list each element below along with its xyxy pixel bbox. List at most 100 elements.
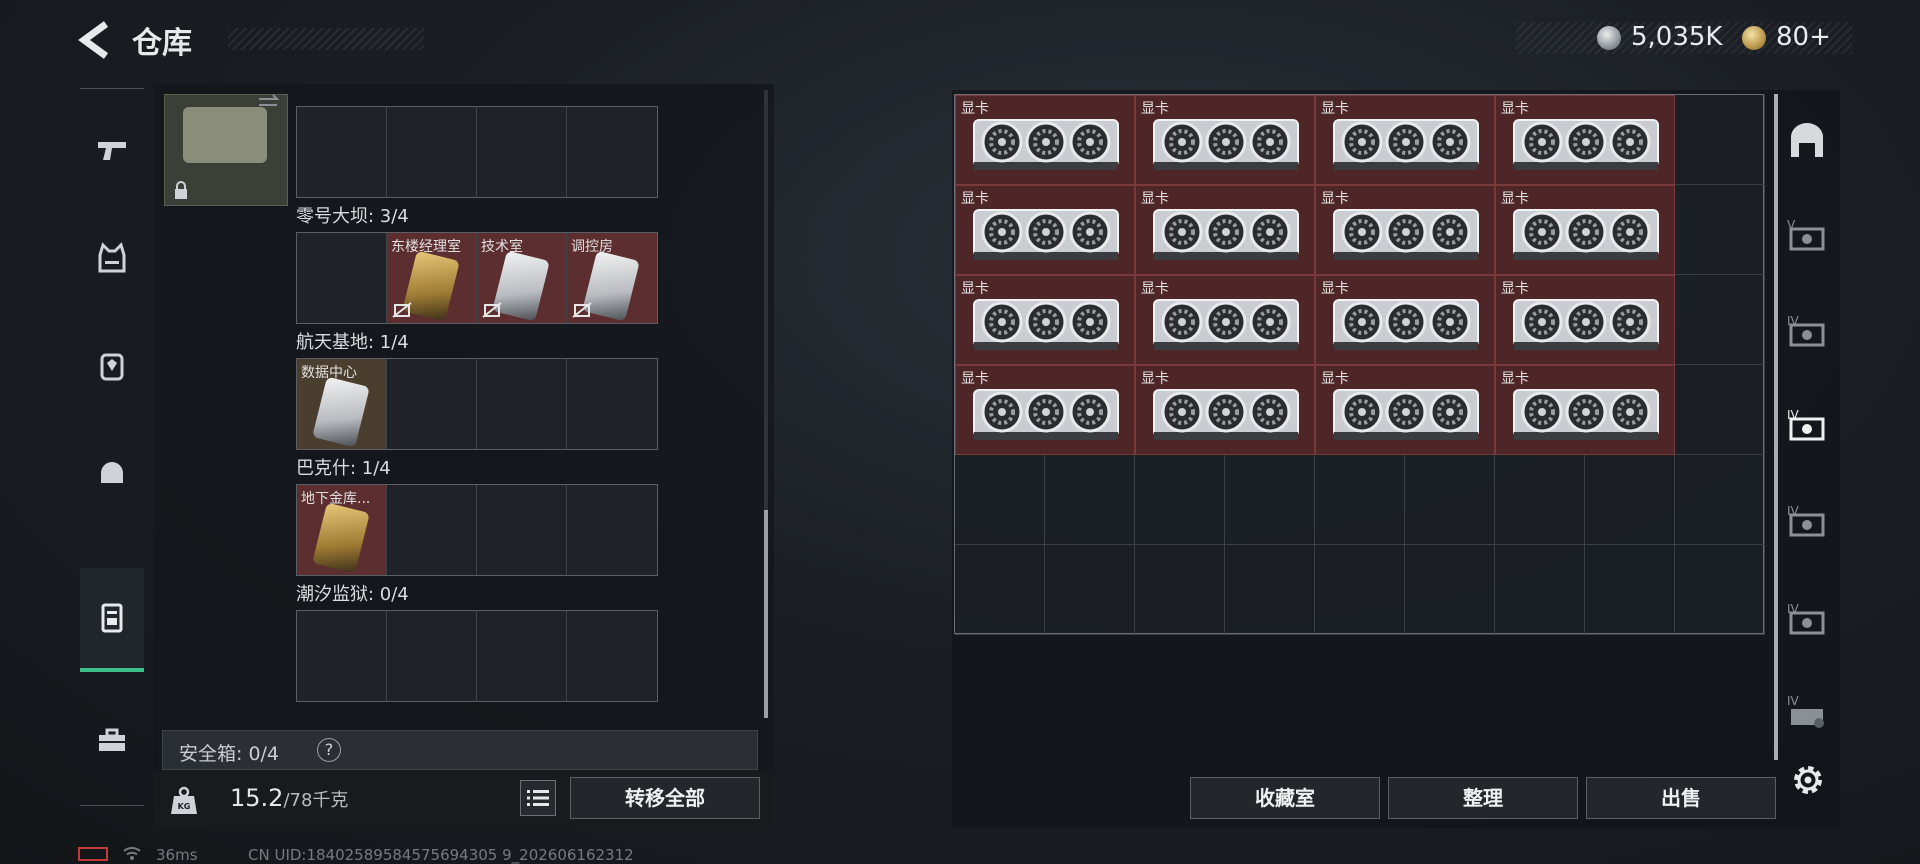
gpu-item[interactable]: 显卡 bbox=[1495, 95, 1675, 185]
stash-cell[interactable] bbox=[1675, 95, 1765, 185]
key-case-scrollbar[interactable] bbox=[764, 90, 768, 718]
collection-room-button[interactable]: 收藏室 bbox=[1190, 777, 1380, 819]
gpu-item[interactable]: 显卡 bbox=[1495, 275, 1675, 365]
key-slot[interactable] bbox=[477, 485, 567, 575]
gpu-item[interactable]: 显卡 bbox=[1315, 95, 1495, 185]
key-case-image bbox=[183, 107, 267, 163]
stash-cell[interactable] bbox=[1315, 545, 1405, 635]
storage-iv-icon: IV bbox=[1787, 602, 1825, 635]
key-slot[interactable]: 数据中心 bbox=[297, 359, 387, 449]
tab-storage-4c[interactable]: IV bbox=[1776, 476, 1838, 566]
stash-cell[interactable] bbox=[1315, 455, 1405, 545]
nav-container[interactable] bbox=[80, 568, 144, 672]
stash-cell[interactable] bbox=[1225, 545, 1315, 635]
key-slot[interactable] bbox=[387, 107, 477, 197]
key-slot[interactable]: 调控房 bbox=[567, 233, 657, 323]
nav-toolbox[interactable] bbox=[80, 700, 144, 780]
stash-cell[interactable] bbox=[1495, 545, 1585, 635]
nav-weapons[interactable] bbox=[80, 110, 144, 190]
tab-storage-4e[interactable]: IV bbox=[1776, 666, 1838, 756]
stash-cell[interactable] bbox=[1045, 455, 1135, 545]
backpack-icon bbox=[100, 353, 124, 381]
gpu-item[interactable]: 显卡 bbox=[1315, 275, 1495, 365]
graphics-card-icon bbox=[1153, 119, 1299, 170]
gpu-item[interactable]: 显卡 bbox=[955, 275, 1135, 365]
graphics-card-icon bbox=[973, 389, 1119, 440]
gpu-item[interactable]: 显卡 bbox=[1495, 365, 1675, 455]
nav-armor[interactable] bbox=[80, 218, 144, 298]
back-button[interactable] bbox=[78, 20, 114, 60]
sell-button[interactable]: 出售 bbox=[1586, 777, 1776, 819]
key-slot[interactable] bbox=[387, 359, 477, 449]
weight-icon: KG bbox=[171, 786, 197, 814]
list-view-button[interactable] bbox=[520, 780, 556, 816]
group-label-space-base: 航天基地: 1/4 bbox=[296, 332, 409, 353]
key-slot[interactable] bbox=[387, 485, 477, 575]
stash-cell[interactable] bbox=[1405, 455, 1495, 545]
tab-warehouse-main[interactable] bbox=[1776, 96, 1838, 186]
stash-cell[interactable] bbox=[1675, 545, 1765, 635]
key-slot[interactable] bbox=[297, 233, 387, 323]
gpu-item[interactable]: 显卡 bbox=[1315, 365, 1495, 455]
key-slot[interactable] bbox=[297, 611, 387, 701]
key-slot[interactable]: 技术室 bbox=[477, 233, 567, 323]
graphics-card-icon bbox=[1333, 119, 1479, 170]
graphics-card-icon bbox=[973, 299, 1119, 350]
settings-gear-icon[interactable] bbox=[1790, 762, 1826, 798]
transfer-all-button[interactable]: 转移全部 bbox=[570, 777, 760, 819]
stash-cell[interactable] bbox=[1675, 365, 1765, 455]
gpu-item[interactable]: 显卡 bbox=[1135, 275, 1315, 365]
key-slot[interactable] bbox=[567, 485, 657, 575]
stash-cell[interactable] bbox=[1405, 545, 1495, 635]
gpu-item[interactable]: 显卡 bbox=[1135, 185, 1315, 275]
silver-coin-icon bbox=[1597, 26, 1621, 50]
svg-text:IV: IV bbox=[1787, 694, 1800, 708]
stash-cell[interactable] bbox=[1675, 275, 1765, 365]
gpu-item[interactable]: 显卡 bbox=[1135, 365, 1315, 455]
help-icon[interactable]: ? bbox=[317, 738, 341, 762]
key-case-thumbnail[interactable] bbox=[164, 94, 288, 206]
wifi-icon bbox=[123, 847, 141, 860]
nav-backpack[interactable] bbox=[80, 326, 144, 406]
gpu-item[interactable]: 显卡 bbox=[1315, 185, 1495, 275]
key-slot[interactable] bbox=[477, 107, 567, 197]
key-slot[interactable]: 东楼经理室 bbox=[387, 233, 477, 323]
gpu-item[interactable]: 显卡 bbox=[955, 365, 1135, 455]
tab-storage-4b[interactable]: IV bbox=[1776, 380, 1838, 470]
key-slot[interactable] bbox=[567, 359, 657, 449]
key-slot[interactable] bbox=[477, 611, 567, 701]
tab-storage-5[interactable]: V bbox=[1776, 190, 1838, 280]
key-slot[interactable] bbox=[387, 611, 477, 701]
stash-cell[interactable] bbox=[1225, 455, 1315, 545]
key-slot[interactable] bbox=[477, 359, 567, 449]
stash-cell[interactable] bbox=[955, 455, 1045, 545]
scrollbar-thumb[interactable] bbox=[764, 510, 768, 718]
gpu-item[interactable]: 显卡 bbox=[955, 185, 1135, 275]
gold-coin-icon bbox=[1742, 26, 1766, 50]
tab-storage-4d[interactable]: IV bbox=[1776, 574, 1838, 664]
gpu-item[interactable]: 显卡 bbox=[1135, 95, 1315, 185]
stash-cell[interactable] bbox=[1675, 455, 1765, 545]
group-label-tide-prison: 潮汐监狱: 0/4 bbox=[296, 584, 409, 605]
stash-cell[interactable] bbox=[1495, 455, 1585, 545]
key-slot[interactable]: 地下金库... bbox=[297, 485, 387, 575]
key-slot[interactable] bbox=[567, 107, 657, 197]
safe-box-label: 安全箱: 0/4 bbox=[179, 743, 280, 765]
gpu-item[interactable]: 显卡 bbox=[955, 95, 1135, 185]
gpu-item[interactable]: 显卡 bbox=[1495, 185, 1675, 275]
stash-cell[interactable] bbox=[1585, 545, 1675, 635]
stash-cell[interactable] bbox=[1135, 455, 1225, 545]
key-slot[interactable] bbox=[567, 611, 657, 701]
battery-icon bbox=[78, 847, 108, 861]
tab-storage-4a[interactable]: IV bbox=[1776, 286, 1838, 376]
nav-helmet[interactable] bbox=[80, 434, 144, 514]
stash-cell[interactable] bbox=[1045, 545, 1135, 635]
safe-box-row[interactable]: 安全箱: 0/4 ? bbox=[162, 730, 758, 770]
stash-cell[interactable] bbox=[1135, 545, 1225, 635]
stash-cell[interactable] bbox=[1585, 455, 1675, 545]
organize-button[interactable]: 整理 bbox=[1388, 777, 1578, 819]
stash-cell[interactable] bbox=[1675, 185, 1765, 275]
key-slot[interactable] bbox=[297, 107, 387, 197]
no-transfer-icon bbox=[572, 302, 592, 318]
stash-cell[interactable] bbox=[955, 545, 1045, 635]
